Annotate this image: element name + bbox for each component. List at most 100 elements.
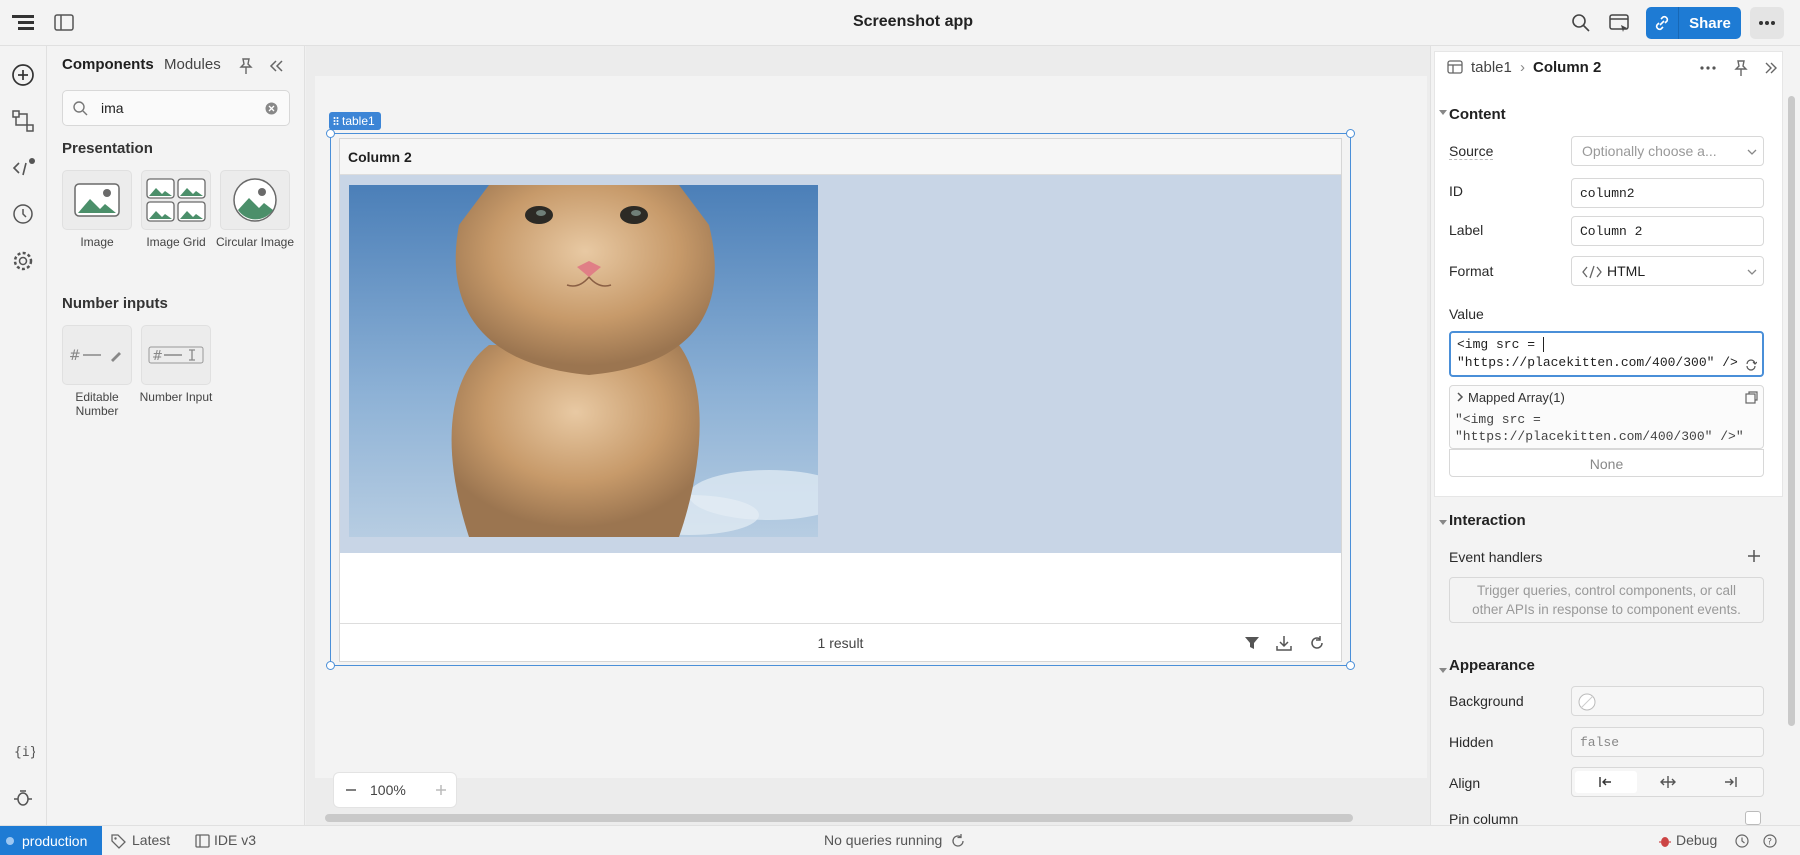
align-right-option[interactable] xyxy=(1699,771,1761,793)
align-center-option[interactable] xyxy=(1637,771,1699,793)
filter-icon[interactable] xyxy=(1244,635,1260,651)
debug-label[interactable]: Debug xyxy=(1676,832,1717,848)
interaction-section-title[interactable]: Interaction xyxy=(1449,512,1526,529)
zoom-in-icon[interactable] xyxy=(434,783,448,797)
tag-icon xyxy=(111,834,126,849)
copy-link-button[interactable] xyxy=(1646,7,1679,39)
number-input-component-tile[interactable]: # xyxy=(141,325,211,385)
ide-icon xyxy=(195,834,210,848)
history-icon[interactable] xyxy=(1735,834,1749,848)
pin-icon[interactable] xyxy=(238,57,254,75)
breadcrumb-separator-icon: › xyxy=(1520,59,1525,76)
component-tag-label: table1 xyxy=(342,114,375,128)
preview-icon[interactable] xyxy=(1609,13,1631,33)
interaction-collapse-icon[interactable] xyxy=(1438,517,1448,527)
mapped-array-title[interactable]: Mapped Array(1) xyxy=(1468,390,1565,405)
format-value: HTML xyxy=(1607,263,1646,279)
align-label: Align xyxy=(1449,775,1481,791)
background-label: Background xyxy=(1449,693,1524,709)
source-select[interactable]: Optionally choose a... xyxy=(1571,136,1764,166)
add-event-handler-icon[interactable] xyxy=(1747,549,1761,563)
zoom-out-icon[interactable] xyxy=(344,783,358,797)
inspector-scrollbar[interactable] xyxy=(1788,96,1795,726)
column-header[interactable]: Column 2 xyxy=(348,149,412,165)
breadcrumb-parent[interactable]: table1 xyxy=(1471,59,1512,76)
tab-components[interactable]: Components xyxy=(62,56,154,73)
editable-number-icon: # xyxy=(69,348,121,364)
hidden-field[interactable]: false xyxy=(1571,727,1764,757)
copy-icon[interactable] xyxy=(1745,391,1758,404)
state-icon[interactable]: {i} xyxy=(11,739,35,763)
source-label: Source xyxy=(1449,143,1494,160)
component-search[interactable]: ima xyxy=(62,90,290,126)
circular-image-component-tile[interactable] xyxy=(220,170,290,230)
horizontal-scrollbar[interactable] xyxy=(325,814,1353,822)
image-icon xyxy=(74,183,120,217)
appearance-collapse-icon[interactable] xyxy=(1438,665,1448,675)
pin-column-checkbox[interactable] xyxy=(1745,811,1761,825)
clear-search-icon[interactable] xyxy=(265,102,278,115)
code-icon[interactable] xyxy=(11,156,35,180)
resize-handle[interactable] xyxy=(326,129,335,138)
content-section-title[interactable]: Content xyxy=(1449,106,1506,123)
environment-dot-icon xyxy=(6,836,14,845)
resize-handle[interactable] xyxy=(1346,129,1355,138)
breadcrumb-current: Column 2 xyxy=(1533,59,1602,76)
expand-editor-icon[interactable] xyxy=(1745,359,1757,371)
section-title-number-inputs: Number inputs xyxy=(62,295,168,312)
event-handlers-empty[interactable]: Trigger queries, control components, or … xyxy=(1449,577,1764,623)
image-grid-component-tile[interactable] xyxy=(141,170,211,230)
format-select[interactable]: HTML xyxy=(1571,256,1764,286)
search-input[interactable]: ima xyxy=(101,100,124,116)
add-component-icon[interactable] xyxy=(11,63,35,87)
resize-handle[interactable] xyxy=(326,661,335,670)
background-color-field[interactable] xyxy=(1571,686,1764,716)
kitten-image xyxy=(349,185,818,537)
component-tag[interactable]: table1 xyxy=(329,112,381,130)
download-icon[interactable] xyxy=(1276,635,1292,651)
collapse-panel-icon[interactable] xyxy=(268,59,284,73)
mapped-line-1: "<img src = xyxy=(1455,412,1541,427)
debug-bug-icon[interactable] xyxy=(11,786,35,810)
share-group: Share xyxy=(1646,7,1741,39)
ide-version-label[interactable]: IDE v3 xyxy=(214,832,256,848)
align-left-option[interactable] xyxy=(1575,771,1637,793)
app-title: Screenshot app xyxy=(852,13,974,30)
image-component-tile[interactable] xyxy=(62,170,132,230)
refresh-icon[interactable] xyxy=(1309,635,1325,651)
more-menu-button[interactable] xyxy=(1750,7,1784,39)
ellipsis-icon xyxy=(1759,21,1775,25)
content-collapse-icon[interactable] xyxy=(1438,107,1448,117)
align-control xyxy=(1571,767,1764,797)
help-icon[interactable]: ? xyxy=(1763,834,1777,848)
svg-text:?: ? xyxy=(1767,838,1772,848)
svg-text:#: # xyxy=(152,349,163,364)
appearance-section-title[interactable]: Appearance xyxy=(1449,657,1535,674)
inspector-pin-icon[interactable] xyxy=(1733,59,1749,77)
format-label: Format xyxy=(1449,263,1494,279)
queries-status: No queries running xyxy=(824,832,943,848)
label-field[interactable]: Column 2 xyxy=(1571,216,1764,246)
inspector-more-icon[interactable] xyxy=(1700,66,1716,70)
collapse-inspector-icon[interactable] xyxy=(1764,61,1778,75)
event-handlers-label: Event handlers xyxy=(1449,549,1543,565)
tab-modules[interactable]: Modules xyxy=(164,56,221,73)
value-line-2: "https://placekitten.com/400/300" /> xyxy=(1457,355,1738,370)
search-icon xyxy=(72,100,88,116)
table-row[interactable] xyxy=(340,175,1341,553)
share-button[interactable]: Share xyxy=(1679,7,1741,39)
value-editor[interactable]: <img src = "https://placekitten.com/400/… xyxy=(1449,331,1764,377)
history-icon[interactable] xyxy=(11,202,35,226)
text-cursor xyxy=(1543,337,1544,352)
search-icon[interactable] xyxy=(1571,13,1591,33)
hidden-label: Hidden xyxy=(1449,734,1494,750)
id-field[interactable]: column2 xyxy=(1571,178,1764,208)
workflow-icon[interactable] xyxy=(11,109,35,133)
environment-badge[interactable]: production xyxy=(0,826,102,855)
resize-handle[interactable] xyxy=(1346,661,1355,670)
chevron-right-icon[interactable] xyxy=(1456,392,1464,402)
settings-icon[interactable] xyxy=(11,249,35,273)
label-label: Label xyxy=(1449,222,1484,238)
editable-number-component-tile[interactable]: # xyxy=(62,325,132,385)
version-label[interactable]: Latest xyxy=(132,832,170,848)
